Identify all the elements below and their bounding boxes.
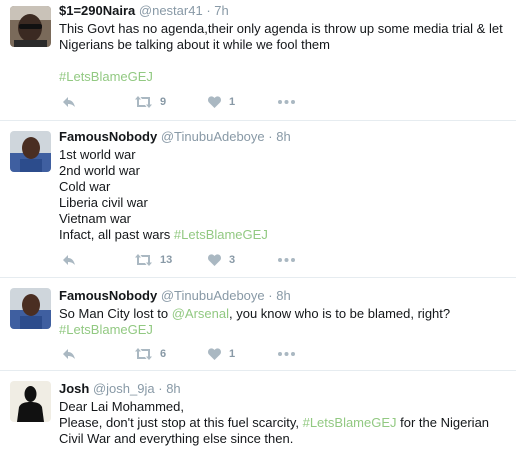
hashtag-link[interactable]: #LetsBlameGEJ: [303, 415, 397, 430]
retweet-count: 9: [160, 96, 167, 108]
like-button[interactable]: 1: [208, 346, 235, 362]
more-icon: [278, 100, 295, 104]
timestamp[interactable]: 8h: [166, 381, 180, 396]
more-button[interactable]: [278, 94, 295, 110]
like-button[interactable]: 1: [208, 94, 235, 110]
tweet[interactable]: FamousNobody @TinubuAdeboye · 8h So Man …: [0, 278, 516, 371]
avatar-image: [10, 6, 51, 47]
tweet-text-line: Civil War and everything else since then…: [59, 431, 294, 446]
heart-icon: [208, 348, 221, 360]
tweet-text: So Man City lost to @Arsenal, you know w…: [59, 306, 508, 338]
tweet-text-segment: So Man City lost to: [59, 306, 172, 321]
tweet-text-line: Infact, all past wars: [59, 227, 174, 242]
avatar[interactable]: [10, 288, 51, 329]
avatar[interactable]: [10, 381, 51, 422]
user-name[interactable]: FamousNobody: [59, 288, 157, 303]
more-icon: [278, 258, 295, 262]
timestamp[interactable]: 8h: [276, 129, 290, 144]
tweet-text-line: 2nd world war: [59, 163, 140, 178]
tweet-text-line: Cold war: [59, 179, 111, 194]
more-button[interactable]: [278, 346, 295, 362]
tweet-header: FamousNobody @TinubuAdeboye · 8h: [59, 129, 508, 145]
retweet-icon: [135, 348, 152, 360]
tweet-text-line: Vietnam war: [59, 211, 132, 226]
avatar[interactable]: [10, 131, 51, 172]
heart-icon: [208, 254, 221, 266]
more-icon: [278, 352, 295, 356]
user-handle[interactable]: @josh_9ja: [93, 381, 155, 396]
tweet[interactable]: FamousNobody @TinubuAdeboye · 8h 1st wor…: [0, 121, 516, 278]
tweet-text-line: Dear Lai Mohammed,: [59, 399, 184, 414]
retweet-button[interactable]: 13: [135, 252, 172, 268]
reply-button[interactable]: [62, 94, 76, 110]
avatar-image: [10, 131, 51, 172]
like-count: 1: [229, 348, 236, 360]
tweet-text-line: Liberia civil war: [59, 195, 148, 210]
retweet-icon: [135, 254, 152, 266]
user-handle[interactable]: @nestar41: [139, 3, 203, 18]
tweet[interactable]: Josh @josh_9ja · 8h Dear Lai Mohammed, P…: [0, 371, 516, 455]
tweet-text: Dear Lai Mohammed, Please, don't just st…: [59, 399, 508, 447]
tweet-text-segment: , you know who is to be blamed, right?: [229, 306, 451, 321]
avatar-image: [10, 381, 51, 422]
tweet-text: This Govt has no agenda,their only agend…: [59, 21, 508, 85]
separator-dot: ·: [206, 3, 211, 18]
hashtag-link[interactable]: #LetsBlameGEJ: [59, 69, 153, 84]
mention-link[interactable]: @Arsenal: [172, 306, 229, 321]
heart-icon: [208, 96, 221, 108]
tweet-feed: $1=290Naira @nestar41 · 7h This Govt has…: [0, 0, 516, 455]
avatar[interactable]: [10, 6, 51, 47]
like-count: 3: [229, 254, 236, 266]
tweet-text-segment: Please, don't just stop at this fuel sca…: [59, 415, 303, 430]
separator-dot: ·: [268, 129, 273, 144]
retweet-button[interactable]: 9: [135, 94, 166, 110]
tweet-header: FamousNobody @TinubuAdeboye · 8h: [59, 288, 508, 304]
tweet-actions: 9 1: [62, 94, 322, 110]
more-button[interactable]: [278, 252, 295, 268]
retweet-button[interactable]: 6: [135, 346, 166, 362]
user-name[interactable]: Josh: [59, 381, 89, 396]
reply-icon: [63, 97, 75, 107]
tweet-text: 1st world war 2nd world war Cold war Lib…: [59, 147, 508, 243]
hashtag-link[interactable]: #LetsBlameGEJ: [59, 322, 153, 337]
user-name[interactable]: $1=290Naira: [59, 3, 135, 18]
separator-dot: ·: [268, 288, 273, 303]
tweet-actions: 13 3: [62, 252, 322, 268]
timestamp[interactable]: 8h: [276, 288, 290, 303]
tweet-text-line: This Govt has no agenda,their only agend…: [59, 21, 503, 36]
tweet-text-segment: for the Nigerian: [396, 415, 490, 430]
hashtag-link[interactable]: #LetsBlameGEJ: [174, 227, 268, 242]
reply-icon: [63, 255, 75, 265]
reply-button[interactable]: [62, 252, 76, 268]
retweet-count: 13: [160, 254, 173, 266]
user-name[interactable]: FamousNobody: [59, 129, 157, 144]
avatar-image: [10, 288, 51, 329]
reply-button[interactable]: [62, 346, 76, 362]
tweet-text-line: Nigerians be talking about it while we f…: [59, 37, 330, 52]
user-handle[interactable]: @TinubuAdeboye: [161, 129, 265, 144]
retweet-count: 6: [160, 348, 167, 360]
like-count: 1: [229, 96, 236, 108]
tweet[interactable]: $1=290Naira @nestar41 · 7h This Govt has…: [0, 0, 516, 121]
timestamp[interactable]: 7h: [214, 3, 228, 18]
retweet-icon: [135, 96, 152, 108]
user-handle[interactable]: @TinubuAdeboye: [161, 288, 265, 303]
tweet-header: Josh @josh_9ja · 8h: [59, 381, 508, 397]
tweet-text-line: 1st world war: [59, 147, 136, 162]
tweet-header: $1=290Naira @nestar41 · 7h: [59, 3, 508, 19]
reply-icon: [63, 349, 75, 359]
separator-dot: ·: [158, 381, 163, 396]
like-button[interactable]: 3: [208, 252, 235, 268]
tweet-actions: 6 1: [62, 346, 322, 362]
